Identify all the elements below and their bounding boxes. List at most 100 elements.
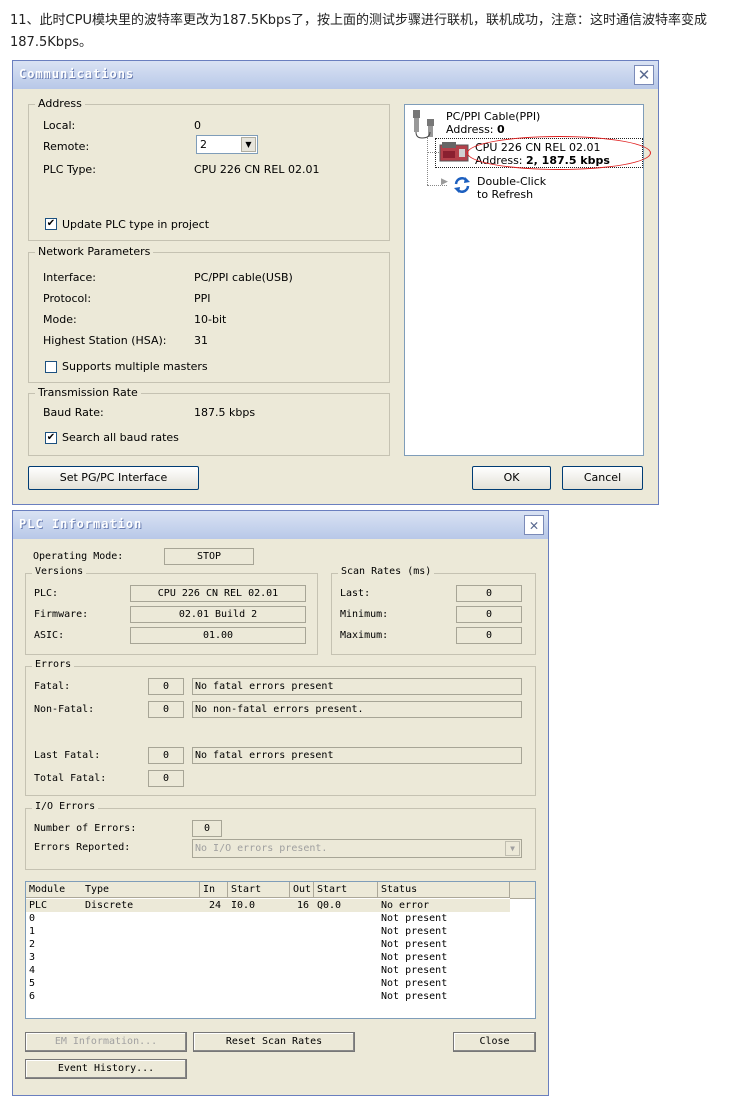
table-row[interactable]: PLC Discrete 24 I0.0 16 Q0.0 No error (26, 899, 510, 912)
chevron-down-icon[interactable]: ▼ (505, 841, 520, 856)
scan-min-label: Minimum: (340, 609, 389, 620)
asic-value: 01.00 (130, 627, 306, 644)
multiple-masters-label: Supports multiple masters (62, 360, 208, 373)
last-fatal-text: No fatal errors present (192, 747, 522, 764)
nonfatal-text: No non-fatal errors present. (192, 701, 522, 718)
mode-label: Mode: (43, 313, 77, 326)
cable-address-value: 0 (497, 123, 505, 136)
transmission-rate-label: Transmission Rate (35, 386, 141, 399)
operating-mode-value: STOP (164, 548, 254, 565)
table-cell: Not present (381, 952, 448, 963)
table-cell: 2 (29, 939, 36, 950)
network-parameters-label: Network Parameters (35, 245, 154, 258)
tree-connector (427, 137, 429, 185)
multiple-masters-checkbox[interactable] (45, 361, 57, 373)
protocol-label: Protocol: (43, 292, 92, 305)
highlight-ellipse (467, 136, 651, 170)
errors-reported-select[interactable]: No I/O errors present. ▼ (192, 839, 522, 858)
table-row[interactable]: 2 Not present (26, 938, 510, 951)
hsa-value: 31 (194, 334, 208, 347)
table-cell: Not present (381, 913, 448, 924)
scan-max-value: 0 (456, 627, 522, 644)
table-row[interactable]: 0 Not present (26, 912, 510, 925)
total-fatal-label: Total Fatal: (34, 773, 107, 784)
hsa-label: Highest Station (HSA): (43, 334, 167, 347)
remote-select[interactable]: 2 ▼ (196, 135, 258, 154)
plc-information-titlebar: PLC Information ✕ (13, 511, 548, 539)
scan-rates-label: Scan Rates (ms) (338, 566, 435, 577)
scan-rates-group: Scan Rates (ms) Last: 0 Minimum: 0 Maxim… (331, 566, 536, 655)
io-error-count-label: Number of Errors: (34, 823, 137, 834)
io-error-count-value: 0 (192, 820, 222, 837)
table-header-cell[interactable]: Out (290, 882, 314, 898)
baud-rate-label: Baud Rate: (43, 406, 104, 419)
device-tree-panel[interactable]: PC/PPI Cable(PPI) Address: 0 CPU 226 CN … (404, 104, 651, 456)
table-row[interactable]: 3 Not present (26, 951, 510, 964)
table-header-cell[interactable]: Module (26, 882, 83, 898)
cpu-module-icon (439, 142, 469, 162)
table-cell: 3 (29, 952, 36, 963)
refresh-icon[interactable] (452, 175, 472, 195)
table-cell: 1 (29, 926, 36, 937)
address-group-label: Address (35, 97, 85, 110)
table-cell: Not present (381, 926, 448, 937)
event-history-button[interactable]: Event History... (25, 1059, 187, 1079)
table-row[interactable]: 1 Not present (26, 925, 510, 938)
table-header-cell[interactable]: Start (228, 882, 290, 898)
plc-information-title: PLC Information (19, 517, 143, 531)
scan-min-value: 0 (456, 606, 522, 623)
fatal-label: Fatal: (34, 681, 71, 692)
table-cell: 6 (29, 991, 36, 1002)
chevron-down-icon[interactable]: ▼ (241, 137, 256, 152)
remote-select-value: 2 (200, 138, 207, 151)
errors-group: Errors Fatal: 0 No fatal errors present … (25, 659, 536, 796)
close-icon[interactable]: ✕ (634, 65, 654, 85)
versions-group: Versions PLC: CPU 226 CN REL 02.01 Firmw… (25, 566, 318, 655)
table-header-cell[interactable]: Status (378, 882, 510, 898)
update-plc-type-checkbox[interactable]: ✔ (45, 218, 57, 230)
remote-label: Remote: (43, 140, 90, 153)
set-pgpc-interface-button[interactable]: Set PG/PC Interface (28, 466, 199, 490)
last-fatal-label: Last Fatal: (34, 750, 101, 761)
errors-reported-value: No I/O errors present. (195, 843, 328, 854)
communications-titlebar: Communications ✕ (13, 61, 658, 89)
table-header-cell[interactable]: Start (314, 882, 378, 898)
plc-type-label: PLC Type: (43, 163, 96, 176)
table-header-cell[interactable]: Type (82, 882, 200, 898)
table-row[interactable]: 4 Not present (26, 964, 510, 977)
update-plc-type-label: Update PLC type in project (62, 218, 210, 231)
io-errors-group: I/O Errors Number of Errors: 0 Errors Re… (25, 801, 536, 870)
module-table[interactable]: Module Type In Start Out Start Status PLC Discr… (25, 881, 536, 1019)
table-cell: 5 (29, 978, 36, 989)
table-header: Module Type In Start Out Start Status (26, 882, 535, 899)
cancel-button[interactable]: Cancel (562, 466, 643, 490)
em-information-button[interactable]: EM Information... (25, 1032, 187, 1052)
table-cell: Not present (381, 965, 448, 976)
refresh-line2: to Refresh (477, 188, 534, 201)
interface-label: Interface: (43, 271, 96, 284)
close-button[interactable]: Close (453, 1032, 536, 1052)
table-row[interactable]: 6 Not present (26, 990, 510, 1003)
address-group: Address Local: 0 Remote: 2 ▼ PLC Type: C… (28, 97, 390, 241)
table-cell: Q0.0 (317, 900, 342, 911)
ok-button[interactable]: OK (472, 466, 551, 490)
table-row[interactable]: 5 Not present (26, 977, 510, 990)
plc-version-value: CPU 226 CN REL 02.01 (130, 585, 306, 602)
reset-scan-rates-button[interactable]: Reset Scan Rates (193, 1032, 355, 1052)
total-fatal-count: 0 (148, 770, 184, 787)
local-value: 0 (194, 119, 201, 132)
nonfatal-label: Non-Fatal: (34, 704, 95, 715)
close-icon[interactable]: ✕ (524, 515, 544, 535)
communications-window: Communications ✕ Address Local: 0 Remote… (12, 60, 659, 505)
local-label: Local: (43, 119, 76, 132)
table-header-cell[interactable]: In (200, 882, 228, 898)
table-cell: 16 (296, 900, 310, 911)
operating-mode-label: Operating Mode: (33, 551, 124, 562)
cable-name: PC/PPI Cable(PPI) (446, 110, 541, 123)
instruction-caption: 11、此时CPU模块里的波特率更改为187.5Kbps了，按上面的测试步骤进行联… (10, 13, 707, 50)
network-parameters-group: Network Parameters Interface: PC/PPI cab… (28, 245, 390, 383)
cable-address-label: Address: (446, 123, 498, 136)
table-cell: PLC (29, 900, 48, 911)
baud-rate-value: 187.5 kbps (194, 406, 256, 419)
search-baud-checkbox[interactable]: ✔ (45, 432, 57, 444)
